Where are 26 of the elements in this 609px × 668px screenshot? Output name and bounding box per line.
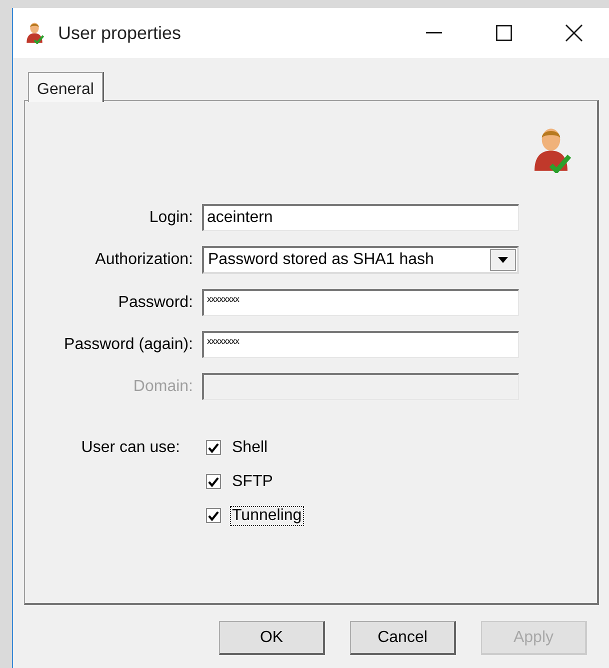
field-label: Login: xyxy=(149,208,193,226)
text-field[interactable]: aceintern xyxy=(202,204,519,231)
checkbox[interactable] xyxy=(206,474,221,489)
password-field[interactable]: xxxxxxxx xyxy=(202,289,519,316)
field-label: Password: xyxy=(118,294,193,312)
permissions-label: User can use: xyxy=(81,438,181,458)
caret-icon xyxy=(498,257,508,263)
authorization-dropdown[interactable]: Password stored as SHA1 hash xyxy=(202,246,519,274)
dropdown-button[interactable] xyxy=(490,249,516,271)
window-title: User properties xyxy=(58,22,182,44)
general-tab[interactable]: General xyxy=(28,72,103,102)
checkbox-label[interactable]: Shell xyxy=(231,438,269,456)
checkbox[interactable] xyxy=(206,440,221,455)
checkbox[interactable] xyxy=(206,508,221,523)
user-icon xyxy=(24,21,45,44)
minimize-icon xyxy=(426,32,442,34)
dialog-button[interactable]: Cancel xyxy=(350,621,456,655)
field-label: Password (again): xyxy=(64,336,193,354)
maximize-icon xyxy=(496,25,512,41)
password-field[interactable]: xxxxxxxx xyxy=(202,331,519,358)
dialog-button[interactable]: OK xyxy=(219,621,325,655)
checkbox-label[interactable]: Tunneling xyxy=(231,506,303,524)
close-icon xyxy=(565,24,583,42)
checkbox-label[interactable]: SFTP xyxy=(231,472,274,490)
field-label: Domain: xyxy=(133,378,193,396)
field-label: Authorization: xyxy=(95,251,193,269)
